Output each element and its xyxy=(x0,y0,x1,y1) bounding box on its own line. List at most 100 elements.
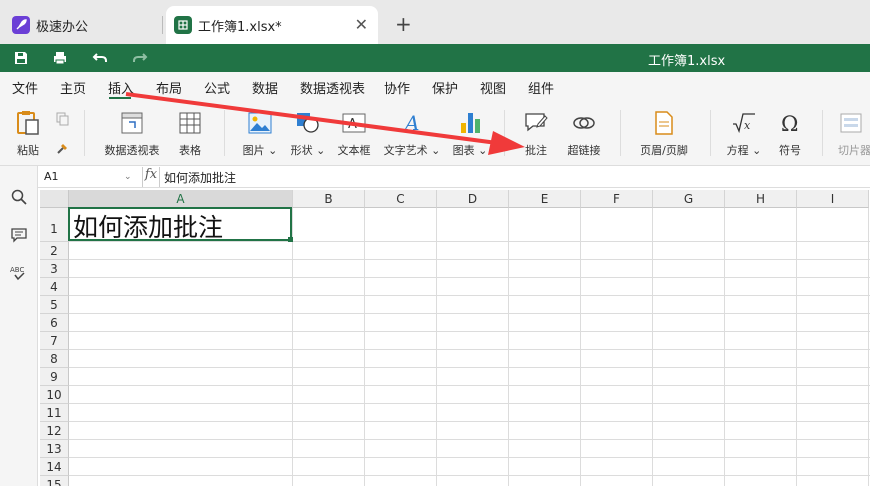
menu-collaborate[interactable]: 协作 xyxy=(384,78,410,97)
column-header-h[interactable]: H xyxy=(725,190,797,208)
name-box[interactable]: A1 xyxy=(40,168,136,186)
row-header-12[interactable]: 12 xyxy=(40,422,69,440)
row-header-14[interactable]: 14 xyxy=(40,458,69,476)
left-sidebar: ABC xyxy=(0,166,38,486)
shape-label: 形状 ⌄ xyxy=(290,144,326,157)
shape-button[interactable]: 形状 ⌄ xyxy=(288,102,328,166)
picture-button[interactable]: 图片 ⌄ xyxy=(240,102,280,166)
wordart-icon: A xyxy=(399,110,425,136)
chart-icon xyxy=(457,110,483,136)
search-icon[interactable] xyxy=(10,188,28,206)
pivot-table-icon xyxy=(119,110,145,136)
chevron-down-icon[interactable]: ⌄ xyxy=(124,168,132,186)
menu-view[interactable]: 视图 xyxy=(480,78,506,97)
gridlines xyxy=(69,208,870,486)
table-button[interactable]: 表格 xyxy=(172,102,208,166)
menu-pivot-table[interactable]: 数据透视表 xyxy=(300,78,365,97)
tab-strip: 极速办公 工作簿1.xlsx* ✕ + xyxy=(0,0,870,44)
comments-panel-icon[interactable] xyxy=(10,226,28,244)
row-header-4[interactable]: 4 xyxy=(40,278,69,296)
wordart-button[interactable]: A 文字艺术 ⌄ xyxy=(383,102,441,166)
hyperlink-label: 超链接 xyxy=(567,144,601,157)
header-footer-button[interactable]: 页眉/页脚 xyxy=(636,102,692,166)
svg-text:x: x xyxy=(744,119,751,132)
menu-file[interactable]: 文件 xyxy=(12,78,38,97)
title-bar: 工作簿1.xlsx xyxy=(0,44,870,72)
format-painter-icon[interactable] xyxy=(55,140,71,159)
save-icon[interactable] xyxy=(12,50,30,66)
row-header-1[interactable]: 1 xyxy=(40,208,69,242)
row-header-2[interactable]: 2 xyxy=(40,242,69,260)
tab-divider xyxy=(162,16,163,34)
row-header-6[interactable]: 6 xyxy=(40,314,69,332)
paste-button[interactable]: 粘贴 xyxy=(10,102,46,166)
ribbon-divider xyxy=(84,110,85,156)
textbox-icon: A xyxy=(341,110,367,136)
tab-workbook-label: 工作簿1.xlsx* xyxy=(198,19,282,35)
row-header-13[interactable]: 13 xyxy=(40,440,69,458)
select-all-corner[interactable] xyxy=(40,190,69,208)
fill-handle[interactable] xyxy=(288,237,293,242)
row-header-8[interactable]: 8 xyxy=(40,350,69,368)
link-icon xyxy=(571,110,597,136)
column-header-b[interactable]: B xyxy=(293,190,365,208)
textbox-button[interactable]: A 文本框 xyxy=(334,102,374,166)
print-icon[interactable] xyxy=(51,50,69,66)
tab-home[interactable]: 极速办公 xyxy=(4,6,164,44)
menu-formulas[interactable]: 公式 xyxy=(204,78,230,97)
chart-button[interactable]: 图表 ⌄ xyxy=(450,102,490,166)
pivot-table-label: 数据透视表 xyxy=(104,144,160,157)
menu-data[interactable]: 数据 xyxy=(252,78,278,97)
column-header-d[interactable]: D xyxy=(437,190,509,208)
menu-plugins[interactable]: 组件 xyxy=(528,78,554,97)
textbox-label: 文本框 xyxy=(337,144,371,157)
row-header-11[interactable]: 11 xyxy=(40,404,69,422)
close-tab-icon[interactable]: ✕ xyxy=(355,15,368,34)
row-header-3[interactable]: 3 xyxy=(40,260,69,278)
slicer-icon xyxy=(838,110,864,136)
column-header-i[interactable]: I xyxy=(797,190,869,208)
hyperlink-button[interactable]: 超链接 xyxy=(564,102,604,166)
cell-area[interactable]: 如何添加批注 xyxy=(68,207,870,486)
slicer-label: 切片器 xyxy=(838,144,870,157)
column-header-f[interactable]: F xyxy=(581,190,653,208)
redo-icon[interactable] xyxy=(131,50,149,66)
comment-icon xyxy=(523,110,549,136)
row-header-15[interactable]: 15 xyxy=(40,476,69,486)
row-header-10[interactable]: 10 xyxy=(40,386,69,404)
menu-insert[interactable]: 插入 xyxy=(108,78,134,97)
ribbon-divider xyxy=(224,110,225,156)
spellcheck-icon[interactable]: ABC xyxy=(10,264,28,282)
rocket-icon xyxy=(12,16,30,34)
row-header-7[interactable]: 7 xyxy=(40,332,69,350)
formula-input[interactable]: 如何添加批注 xyxy=(164,169,236,186)
new-tab-icon[interactable]: + xyxy=(395,12,412,36)
symbol-button[interactable]: Ω 符号 xyxy=(772,102,808,166)
copy-icon[interactable] xyxy=(56,112,70,129)
column-header-e[interactable]: E xyxy=(509,190,581,208)
pivot-table-button[interactable]: 数据透视表 xyxy=(100,102,164,166)
svg-text:Ω: Ω xyxy=(781,112,798,134)
tab-workbook[interactable]: 工作簿1.xlsx* ✕ xyxy=(166,6,378,44)
row-header-9[interactable]: 9 xyxy=(40,368,69,386)
comment-button[interactable]: 批注 xyxy=(518,102,554,166)
column-header-c[interactable]: C xyxy=(365,190,437,208)
equation-button[interactable]: x 方程 ⌄ xyxy=(724,102,764,166)
menu-home[interactable]: 主页 xyxy=(60,78,86,97)
spreadsheet-grid: ABCDEFGHI 1 2 3 4 5 6 7 8 9 10 11 12 13 14 15 如何添加批注 xyxy=(40,190,870,486)
menu-protect[interactable]: 保护 xyxy=(432,78,458,97)
undo-icon[interactable] xyxy=(91,50,109,66)
column-header-a[interactable]: A xyxy=(69,190,293,208)
row-header-5[interactable]: 5 xyxy=(40,296,69,314)
comment-label: 批注 xyxy=(525,144,547,157)
svg-text:A: A xyxy=(403,112,419,134)
function-icon[interactable]: fx xyxy=(142,167,160,187)
ribbon-divider xyxy=(822,110,823,156)
wordart-label: 文字艺术 ⌄ xyxy=(383,144,441,157)
slicer-button[interactable]: 切片器 xyxy=(838,102,870,166)
selected-cell-outline xyxy=(68,207,292,241)
menu-layout[interactable]: 布局 xyxy=(156,78,182,97)
shape-icon xyxy=(295,110,321,136)
column-header-g[interactable]: G xyxy=(653,190,725,208)
header-footer-icon xyxy=(651,110,677,136)
